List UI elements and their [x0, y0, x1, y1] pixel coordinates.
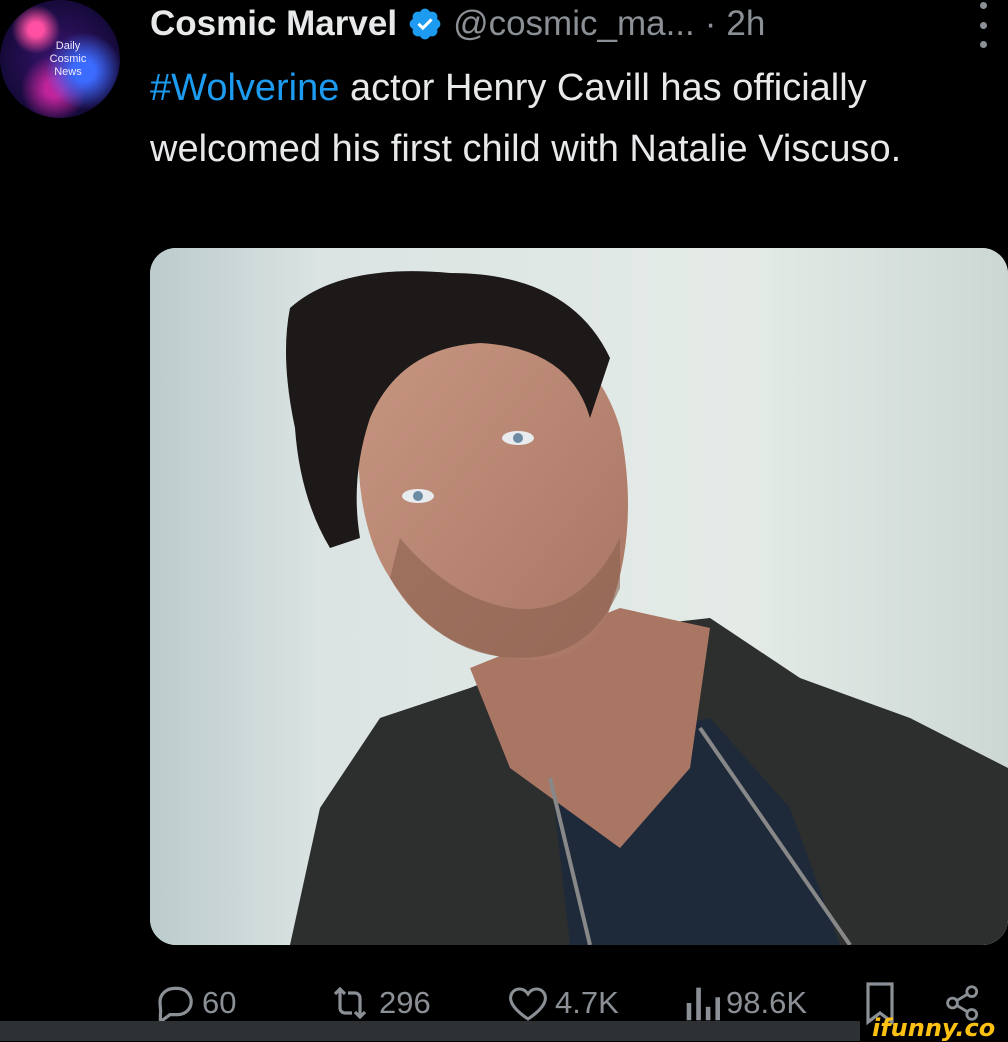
photo-person-illustration: [150, 248, 1008, 945]
avatar-label: Daily Cosmic News: [49, 40, 87, 78]
author-handle[interactable]: @cosmic_ma...: [453, 4, 695, 44]
hashtag-link[interactable]: #Wolverine: [150, 67, 339, 109]
ifunny-watermark: ifunny.co: [872, 1014, 996, 1042]
views-chart-icon: [686, 987, 721, 1020]
view-count: 98.6K: [726, 984, 808, 1020]
like-count: 4.7K: [555, 984, 619, 1020]
tweet-text: #Wolverine actor Henry Cavill has offici…: [150, 58, 980, 180]
avatar[interactable]: Daily Cosmic News: [0, 0, 120, 118]
separator-dot: ·: [704, 4, 717, 43]
tweet-header: Cosmic Marvel @cosmic_ma... · 2h: [150, 0, 765, 48]
reply-icon: [158, 986, 193, 1025]
author-name[interactable]: Cosmic Marvel: [150, 4, 397, 44]
more-options-icon[interactable]: [970, 2, 996, 48]
verified-badge-icon: [407, 6, 443, 42]
footer-bar: [0, 1021, 860, 1041]
retweet-count: 296: [379, 984, 431, 1020]
tweet-photo[interactable]: [150, 248, 1008, 945]
heart-icon: [509, 986, 547, 1021]
tweet-time[interactable]: 2h: [726, 4, 765, 44]
retweet-icon: [333, 986, 367, 1019]
reply-count: 60: [202, 984, 237, 1020]
